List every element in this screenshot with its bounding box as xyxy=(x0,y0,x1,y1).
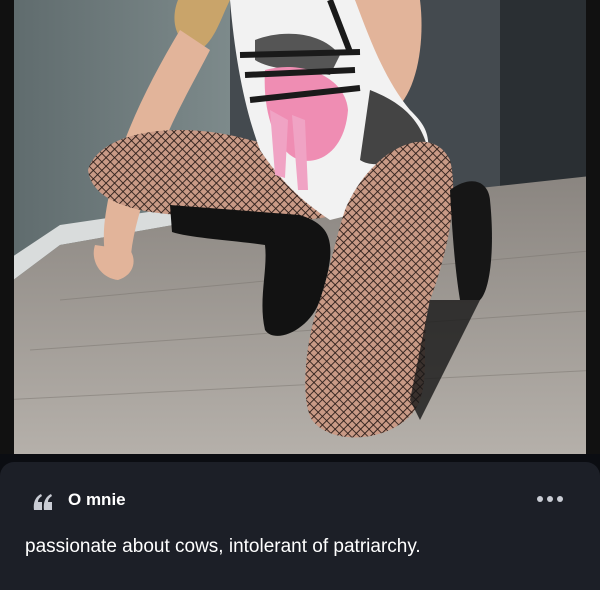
quote-icon xyxy=(33,494,52,510)
more-options-icon[interactable] xyxy=(536,492,564,506)
profile-photo[interactable] xyxy=(0,0,600,454)
prompt-answer: passionate about cows, intolerant of pat… xyxy=(25,536,421,557)
profile-screen: O mnie passionate about cows, intolerant… xyxy=(0,0,600,590)
prompt-title: O mnie xyxy=(68,490,126,509)
profile-photo-image xyxy=(0,0,600,454)
prompt-card: O mnie passionate about cows, intolerant… xyxy=(0,462,600,590)
